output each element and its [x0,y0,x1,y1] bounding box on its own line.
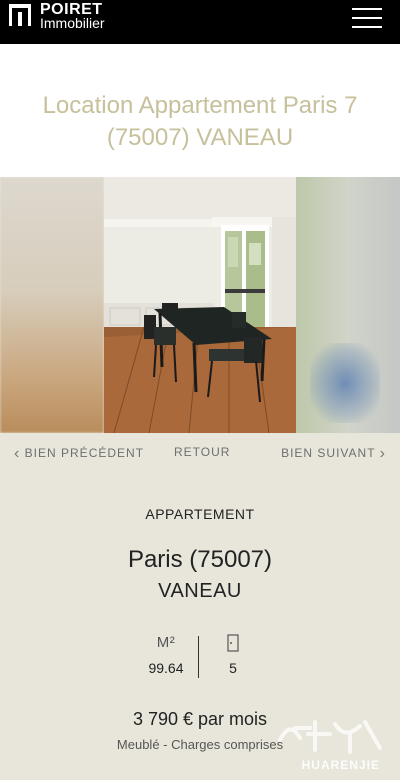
property-city: Paris (75007) [127,546,273,573]
watermark-text: HUARENJIE [301,758,380,772]
site-watermark: HUARENJIE [270,710,390,774]
next-property-label: BIEN SUIVANT [281,446,376,460]
gallery-main-photo[interactable] [104,177,296,433]
logo-line2: Immobilier [40,15,105,31]
rooms-value: 5 [229,660,237,676]
property-stats: M² 99.64 5 [0,634,400,680]
rooms-stat: 5 [203,634,263,676]
site-header: POIRET Immobilier [0,0,400,44]
previous-property-label: BIEN PRÉCÉDENT [24,446,145,460]
area-icon: M² [136,634,196,656]
chevron-right-icon: › [379,445,386,462]
stats-divider [198,636,199,678]
gallery-next-preview[interactable] [296,177,400,433]
area-unit-label: M² [156,634,176,651]
next-property-link[interactable]: BIEN SUIVANT › [281,445,386,463]
back-link[interactable]: RETOUR [174,445,230,459]
previous-property-link[interactable]: ‹ BIEN PRÉCÉDENT [14,445,144,463]
hamburger-menu-icon[interactable] [352,8,382,32]
logo-wordmark[interactable]: POIRET Immobilier [40,2,105,31]
photo-gallery[interactable] [0,177,400,433]
title-section: Location Appartement Paris 7 (75007) VAN… [0,44,400,177]
chevron-left-icon: ‹ [14,445,21,462]
property-district: VANEAU [158,580,242,602]
property-type: APPARTEMENT [145,506,255,522]
area-stat: M² 99.64 [136,634,196,676]
gallery-prev-preview[interactable] [0,177,104,433]
door-icon [203,634,263,656]
area-value: 99.64 [148,660,184,676]
logo-icon[interactable] [9,4,31,26]
gallery-navigation: ‹ BIEN PRÉCÉDENT RETOUR BIEN SUIVANT › [0,433,400,471]
page-title: Location Appartement Paris 7 (75007) VAN… [42,92,358,151]
